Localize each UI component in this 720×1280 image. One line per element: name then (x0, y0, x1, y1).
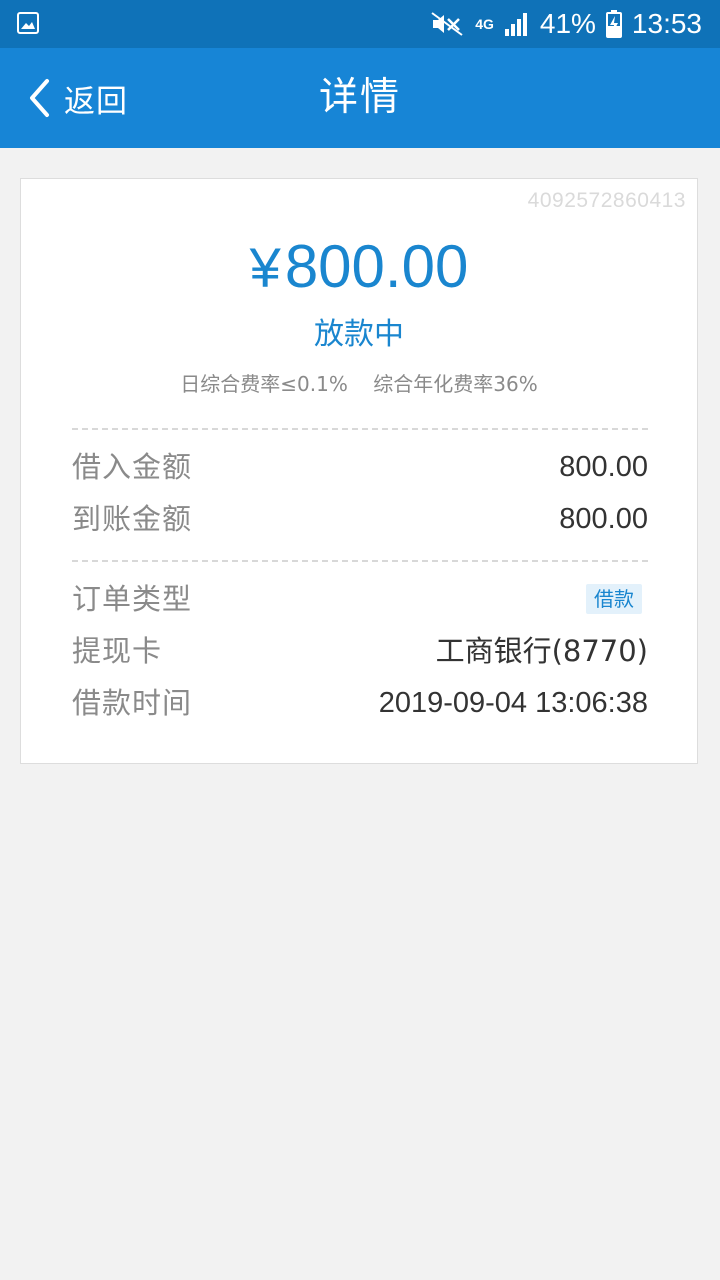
battery-charging-icon (605, 10, 622, 38)
currency-symbol: ¥ (249, 236, 281, 299)
row-value: 2019-09-04 13:06:38 (378, 687, 648, 719)
battery-percent: 41% (539, 8, 596, 39)
row-value: 工商银行(8770) (435, 634, 648, 668)
clock: 13:53 (631, 8, 702, 39)
loan-status: 放款中 (314, 317, 404, 352)
back-button[interactable]: 返回 (28, 70, 128, 126)
dashed-divider (72, 560, 648, 562)
row-value: 800.00 (559, 451, 648, 483)
image-icon (17, 12, 39, 34)
row-label: 到账金额 (72, 502, 193, 536)
order-type-badge: 借款 (586, 584, 642, 614)
rate-info: 日综合费率≤0.1% 综合年化费率36% (180, 372, 538, 396)
order-id: 4092572860413 (527, 189, 686, 212)
row-label: 提现卡 (72, 634, 163, 668)
row-label: 借款时间 (72, 686, 193, 720)
row-value: 800.00 (559, 503, 648, 535)
status-icons: 4G 41% 13:53 (429, 0, 702, 48)
mute-icon (431, 12, 463, 36)
network-type: 4G (475, 16, 494, 32)
dashed-divider (72, 428, 648, 430)
status-bar: 4G 41% 13:53 (0, 0, 720, 48)
row-label: 借入金额 (72, 450, 193, 484)
amount-value: 800.00 (284, 233, 469, 300)
row-label: 订单类型 (72, 582, 193, 616)
chevron-left-icon (30, 79, 49, 117)
loan-amount: ¥800.00 (21, 229, 697, 306)
loan-detail-card: 4092572860413 ¥800.00 放款中 日综合费率≤0.1% 综合年… (20, 178, 698, 764)
app-bar: 详情 返回 (0, 48, 720, 148)
row-withdraw-card: 提现卡 工商银行(8770) (72, 629, 648, 673)
row-borrow-amount: 借入金额 800.00 (72, 445, 648, 489)
row-loan-time: 借款时间 2019-09-04 13:06:38 (72, 681, 648, 725)
row-order-type: 订单类型 借款 (72, 577, 648, 621)
row-received-amount: 到账金额 800.00 (72, 497, 648, 541)
signal-icon (504, 13, 527, 36)
back-label: 返回 (64, 83, 128, 120)
